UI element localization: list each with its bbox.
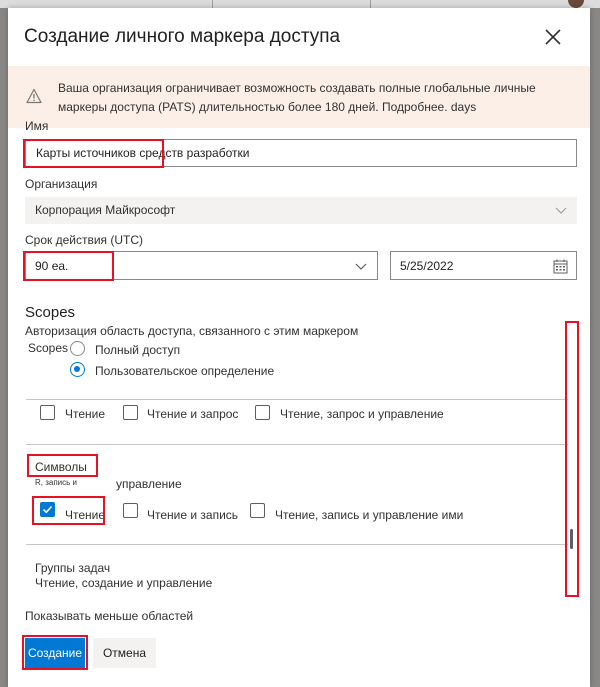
calendar-icon[interactable] <box>553 259 568 274</box>
scrollbar-thumb[interactable] <box>570 529 573 549</box>
scopes-description: Авторизация область доступа, связанного … <box>25 324 359 338</box>
scopes-scrollbar[interactable] <box>569 330 577 602</box>
scopes-label: Scopes <box>28 341 69 355</box>
read-query-checkbox[interactable] <box>123 405 138 420</box>
symbols-read-write-manage-checkbox[interactable] <box>250 503 265 518</box>
warning-icon <box>26 88 42 104</box>
cancel-button[interactable]: Отмена <box>93 638 156 668</box>
show-fewer-scopes-link[interactable]: Показывать меньше областей <box>25 609 193 623</box>
dialog-title: Создание личного маркера доступа <box>24 26 341 47</box>
symbols-read-write-label: Чтение и запись <box>147 508 239 522</box>
chevron-down-icon <box>355 263 367 270</box>
expiration-select[interactable]: 90 еа. <box>25 251 378 280</box>
chevron-down-icon <box>555 207 567 214</box>
custom-defined-radio[interactable] <box>70 362 85 377</box>
create-button[interactable]: Создание <box>25 638 85 668</box>
name-label: Имя <box>25 119 49 133</box>
divider <box>26 399 568 400</box>
scopes-heading: Scopes <box>25 304 76 321</box>
expiration-date-picker[interactable]: 5/25/2022 <box>390 251 577 280</box>
expiration-label: Срок действия (UTC) <box>25 233 144 247</box>
expiration-value: 90 еа. <box>35 252 68 280</box>
read-query-label: Чтение и запрос <box>147 407 239 421</box>
name-input-value: Карты источников средств разработки <box>36 146 250 160</box>
read-label: Чтение <box>65 407 106 421</box>
close-icon[interactable] <box>542 26 564 48</box>
custom-defined-label: Пользовательское определение <box>95 364 275 378</box>
symbols-read-checkbox[interactable] <box>40 502 55 517</box>
background-divider <box>212 0 213 8</box>
organization-label: Организация <box>25 177 98 191</box>
read-query-manage-checkbox[interactable] <box>255 405 270 420</box>
full-access-label: Полный доступ <box>95 343 181 357</box>
checkmark-icon <box>42 505 53 514</box>
symbols-subtitle-small: R, запись и <box>35 478 77 487</box>
warning-banner: Ваша организация ограничивает возможност… <box>8 66 590 128</box>
symbols-read-label: Чтение <box>65 508 106 522</box>
read-query-manage-label: Чтение, запрос и управление <box>280 407 444 421</box>
name-input[interactable]: Карты источников средств разработки <box>25 139 577 167</box>
background-page-strip <box>0 0 600 8</box>
expiration-unit: еа. <box>51 259 69 273</box>
expiration-days: 90 <box>35 259 49 273</box>
warning-text: Ваша организация ограничивает возможност… <box>58 81 536 114</box>
divider <box>26 544 568 545</box>
expiration-date-value: 5/25/2022 <box>400 259 454 273</box>
task-groups-heading: Группы задач <box>35 561 111 575</box>
read-checkbox[interactable] <box>40 405 55 420</box>
background-divider <box>370 0 371 8</box>
full-access-radio[interactable] <box>70 341 85 356</box>
organization-select: Корпорация Майкрософт <box>25 197 577 224</box>
task-groups-description: Чтение, создание и управление <box>35 576 213 590</box>
symbols-read-write-checkbox[interactable] <box>123 503 138 518</box>
organization-value: Корпорация Майкрософт <box>35 203 176 217</box>
create-token-dialog: Создание личного маркера доступа Ваша ор… <box>8 8 590 687</box>
divider <box>26 444 568 445</box>
symbols-subtitle: управление <box>116 477 182 491</box>
symbols-heading: Символы <box>35 460 87 474</box>
symbols-read-write-manage-label: Чтение, запись и управление ими <box>275 508 464 522</box>
